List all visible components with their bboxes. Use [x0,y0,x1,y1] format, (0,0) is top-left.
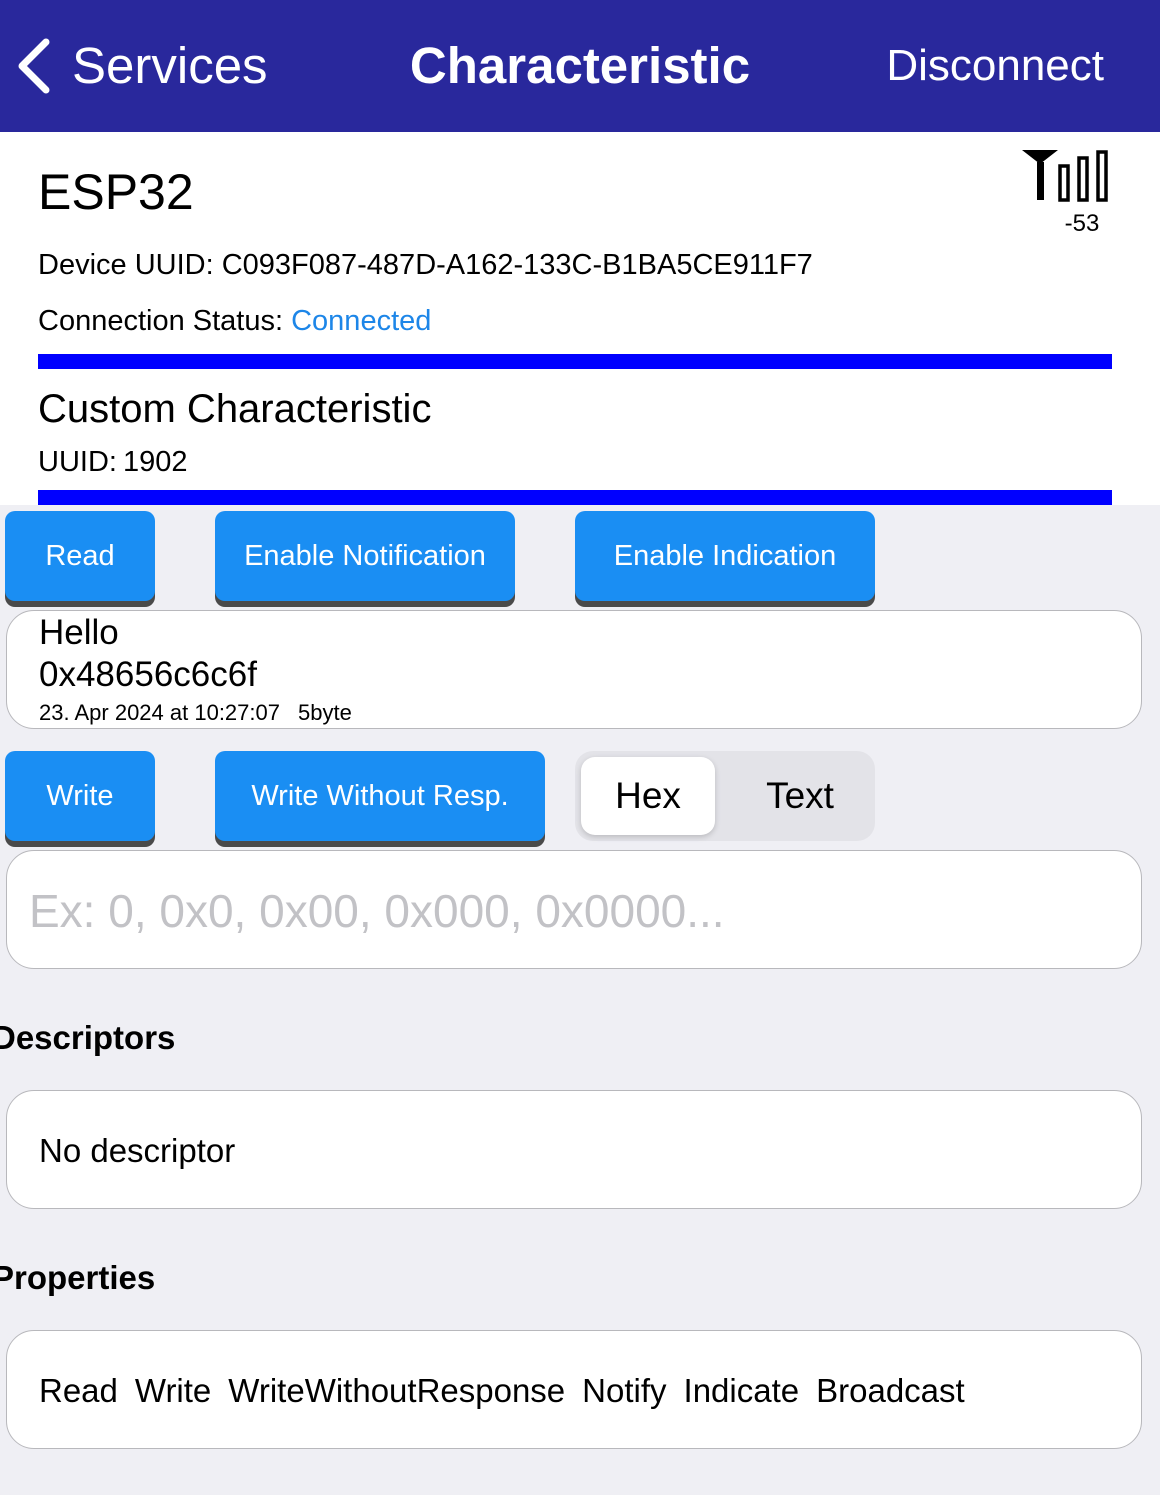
connection-status-label: Connection Status: [38,305,284,337]
connection-status-value: Connected [291,305,432,337]
read-button[interactable]: Read [5,511,155,601]
chevron-left-icon [18,38,50,94]
section-divider [38,490,1112,505]
descriptors-list: No descriptor [6,1090,1142,1209]
write-button[interactable]: Write [5,751,155,841]
page-title: Characteristic [409,37,751,94]
properties-list: Read Write WriteWithoutResponse Notify Indic… [6,1330,1142,1449]
property-notify: Notify [582,1372,667,1409]
device-uuid-label: Device UUID: [38,249,214,281]
value-text: Hello [39,613,119,652]
descriptor-empty-text: No descriptor [39,1132,236,1169]
properties-heading: Properties [0,1259,156,1296]
device-uuid-value: C093F087-487D-A162-133C-B1BA5CE911F7 [221,249,813,281]
value-timestamp: 23. Apr 2024 at 10:27:07 [39,700,280,725]
device-name: ESP32 [38,164,194,220]
format-toggle: Hex Text [575,751,875,841]
write-without-response-button[interactable]: Write Without Resp. [215,751,545,841]
section-divider [38,354,1112,369]
property-write-without-response: WriteWithoutResponse [228,1372,566,1409]
back-button[interactable]: Services [14,34,268,98]
characteristic-uuid-value: 1902 [122,446,188,478]
properties-row: Read Write WriteWithoutResponse Notify Indic… [39,1369,965,1413]
device-uuid-row: Device UUID: C093F087-487D-A162-133C-B1B… [38,247,813,283]
value-hex: 0x48656c6c6f [39,655,257,694]
back-button-label: Services [72,37,268,94]
characteristic-name: Custom Characteristic [38,387,432,431]
property-write: Write [134,1372,212,1409]
value-size: 5byte [297,700,352,725]
property-broadcast: Broadcast [816,1372,965,1409]
write-value-input[interactable] [27,869,1121,953]
descriptors-heading: Descriptors [0,1019,176,1056]
device-info-panel: ESP32 -53 Device UUID: C093F087-487D-A16… [0,132,1160,505]
write-input-container [6,850,1142,969]
value-meta: 23. Apr 2024 at 10:27:07 5byte [39,699,352,727]
navigation-bar: Services Characteristic Disconnect [0,0,1160,132]
format-option-text[interactable]: Text [733,757,867,835]
property-indicate: Indicate [683,1372,800,1409]
rssi-value: -53 [1064,210,1100,237]
characteristic-uuid-row: UUID: 1902 [38,442,187,482]
property-read: Read [39,1372,118,1409]
format-option-hex[interactable]: Hex [581,757,715,835]
characteristic-uuid-label: UUID: [38,446,117,478]
enable-indication-button[interactable]: Enable Indication [575,511,875,601]
value-display: Hello 0x48656c6c6f 23. Apr 2024 at 10:27… [6,610,1142,729]
enable-notification-button[interactable]: Enable Notification [215,511,515,601]
disconnect-button[interactable]: Disconnect [886,36,1104,96]
connection-status-row: Connection Status: Connected [38,303,431,339]
